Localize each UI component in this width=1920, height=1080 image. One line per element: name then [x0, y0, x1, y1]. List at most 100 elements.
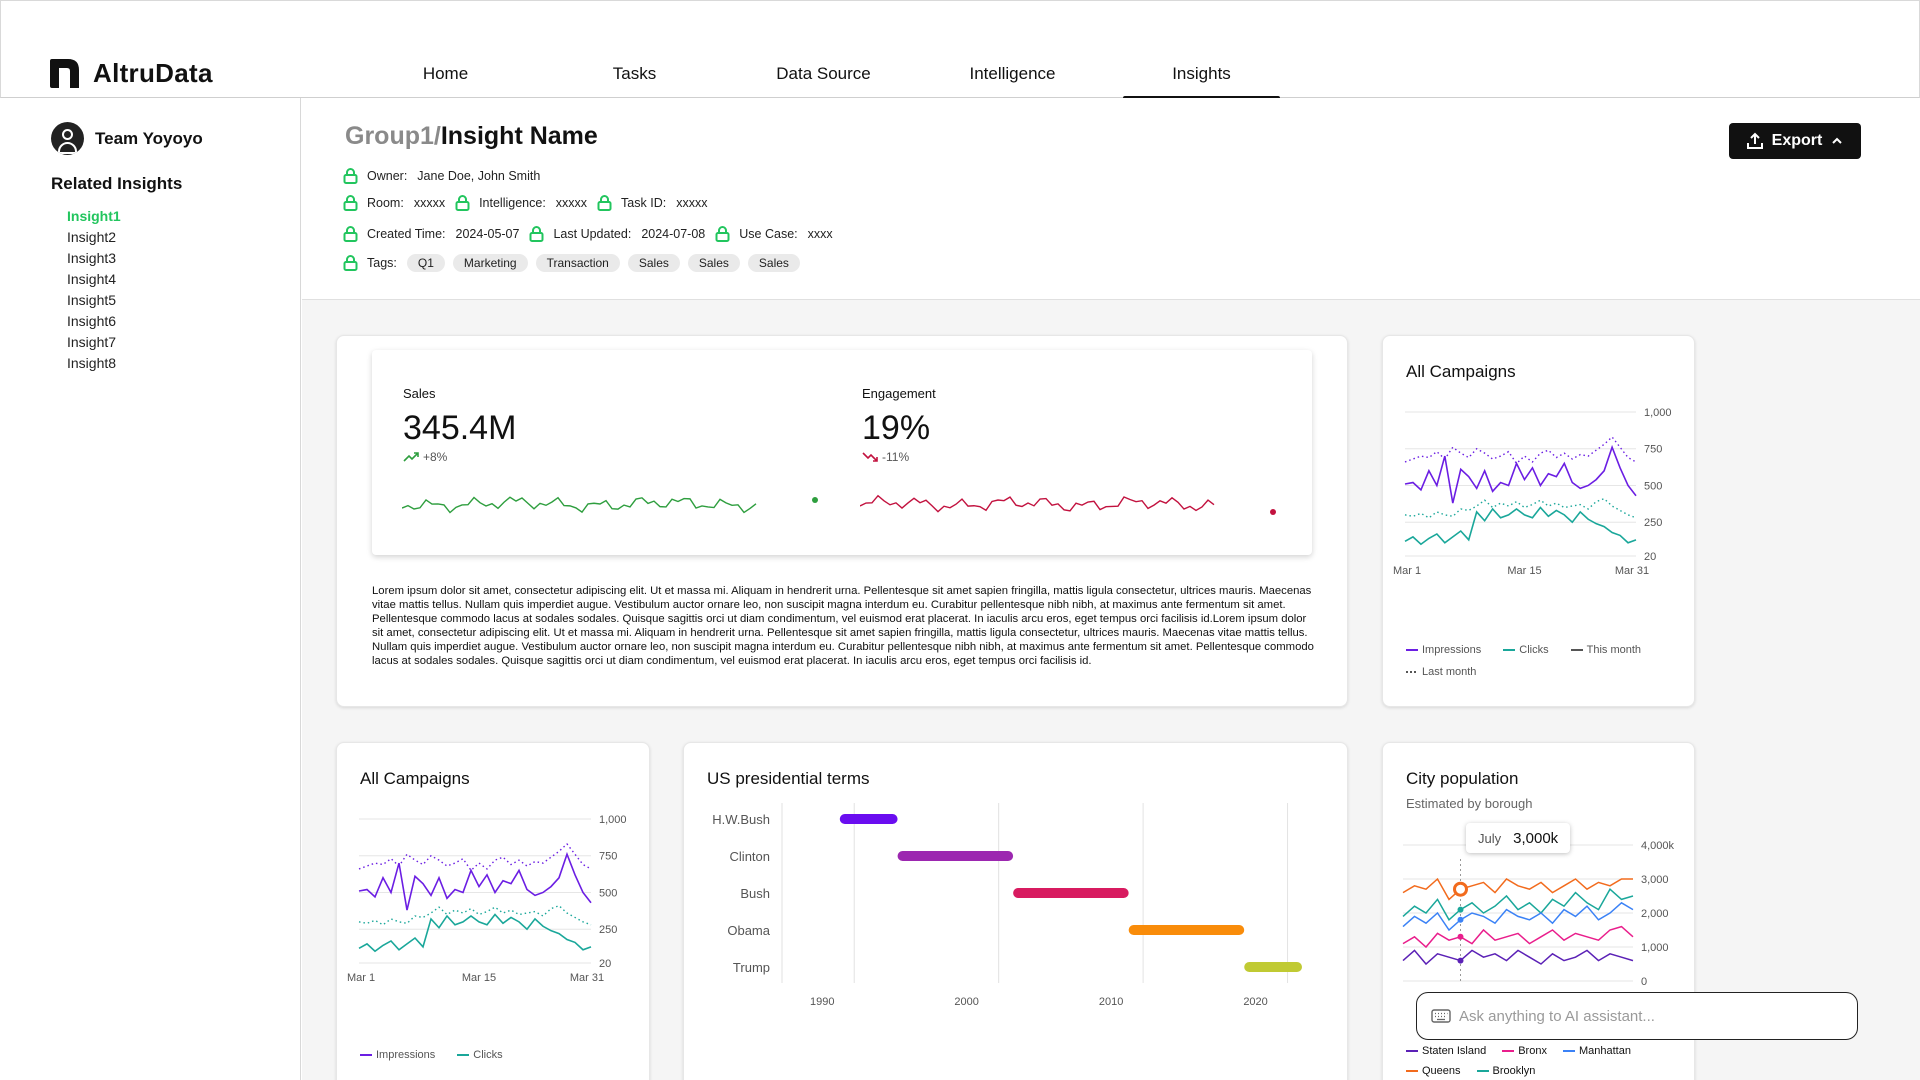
- series-line: [358, 842, 592, 872]
- trend-down-icon: [862, 452, 878, 462]
- legend-label: Clicks: [473, 1049, 503, 1061]
- sparkline-end-dot: [1270, 509, 1276, 515]
- kpi-card: Sales 345.4M +8% Engagement 19% -11% Lor…: [336, 335, 1348, 707]
- tag-chip[interactable]: Q1: [406, 254, 445, 272]
- legend-label: Last month: [1422, 666, 1477, 678]
- sidebar-item-insight7[interactable]: Insight7: [67, 332, 121, 353]
- legend-staten-island: Staten Island: [1406, 1045, 1486, 1057]
- ai-placeholder: Ask anything to AI assistant...: [1459, 1007, 1655, 1025]
- term-bar: [1013, 888, 1129, 898]
- kpi-sales-label: Sales: [403, 386, 436, 401]
- hover-dot: [1457, 957, 1464, 964]
- lock-icon: [343, 168, 358, 184]
- term-bar: [897, 851, 1014, 861]
- kpi-engagement-delta: -11%: [862, 450, 936, 464]
- breadcrumb: Group1/Insight Name: [345, 122, 598, 151]
- tag-chip[interactable]: Marketing: [452, 254, 528, 272]
- intelligence-label: Intelligence:: [479, 196, 546, 210]
- sparkline-path: [860, 494, 1215, 513]
- use-case-label: Use Case:: [739, 227, 798, 241]
- meta-room-row: Room: xxxxx Intelligence: xxxxx Task ID:…: [343, 195, 717, 211]
- related-insights-heading: Related Insights: [51, 174, 183, 193]
- kpi-engagement: Engagement 19% -11%: [862, 386, 936, 464]
- campaigns-title: All Campaigns: [1406, 362, 1516, 381]
- legend-clicks: Clicks: [457, 1049, 503, 1061]
- kpi-sales-delta-text: +8%: [423, 450, 448, 464]
- room-label: Room:: [367, 196, 404, 210]
- lock-icon: [597, 195, 612, 211]
- page-title: Insight Name: [440, 122, 598, 150]
- legend-label: This month: [1586, 644, 1642, 656]
- kpi-sales: Sales 345.4M +8%: [403, 386, 516, 464]
- lock-icon: [529, 226, 544, 242]
- campaigns-legend: Impressions Clicks This month Last month: [1406, 644, 1646, 678]
- sidebar-item-insight4[interactable]: Insight4: [67, 269, 121, 290]
- kpi-engagement-label: Engagement: [862, 386, 936, 401]
- x-tick-label: Mar 1: [1393, 565, 1421, 577]
- y-tick-label: 20: [1644, 551, 1656, 563]
- legend-last-month: Last month: [1406, 666, 1476, 678]
- intelligence-value: xxxxx: [555, 196, 588, 210]
- legend-label: Bronx: [1518, 1045, 1547, 1057]
- upload-icon: [1746, 132, 1763, 149]
- legend-bronx: Bronx: [1502, 1045, 1547, 1057]
- series-line: [1402, 877, 1633, 901]
- lock-icon: [455, 195, 470, 211]
- y-tick-label: 500: [599, 887, 617, 899]
- legend-brooklyn: Brooklyn: [1476, 1065, 1535, 1077]
- lock-icon: [343, 226, 358, 242]
- sidebar-item-insight3[interactable]: Insight3: [67, 248, 121, 269]
- export-label: Export: [1771, 132, 1823, 149]
- y-tick-label: 750: [1644, 444, 1662, 456]
- tag-chip[interactable]: Sales: [627, 254, 680, 272]
- nav-home[interactable]: Home: [351, 1, 540, 99]
- legend-label: Impressions: [1422, 644, 1482, 656]
- tag-chip[interactable]: Sales: [687, 254, 740, 272]
- team-name: Team Yoyoyo: [95, 128, 203, 148]
- sidebar-item-insight5[interactable]: Insight5: [67, 290, 121, 311]
- series-line: [1402, 901, 1634, 932]
- top-bar: AltruData Home Tasks Data Source Intelli…: [0, 0, 1920, 100]
- hover-dot: [1457, 933, 1464, 940]
- series-line: [1404, 497, 1637, 519]
- nav-insights[interactable]: Insights: [1107, 1, 1296, 100]
- tags-label: Tags:: [367, 256, 397, 270]
- legend-clicks: Clicks: [1503, 644, 1549, 656]
- app-logo[interactable]: AltruData: [48, 57, 213, 90]
- x-tick-label: Mar 31: [570, 972, 604, 984]
- y-tick-label: 250: [599, 924, 617, 936]
- keyboard-icon: [1431, 1009, 1451, 1023]
- kpi-engagement-value: 19%: [862, 409, 931, 447]
- nav-tasks[interactable]: Tasks: [540, 1, 729, 99]
- series-line: [358, 904, 592, 926]
- y-tick-label: 750: [599, 851, 617, 863]
- tooltip-month: July: [1478, 830, 1502, 846]
- related-insights-list: Insight1 Insight2 Insight3 Insight4 Insi…: [67, 206, 121, 374]
- team-switcher[interactable]: Team Yoyoyo: [51, 122, 203, 155]
- x-tick-label: Mar 15: [462, 972, 496, 984]
- legend-label: Queens: [1422, 1065, 1461, 1077]
- tag-chip[interactable]: Transaction: [535, 254, 620, 272]
- legend-queens: Queens: [1406, 1065, 1461, 1077]
- sidebar-item-insight1[interactable]: Insight1: [67, 206, 121, 227]
- ai-assistant-input[interactable]: Ask anything to AI assistant...: [1416, 992, 1858, 1040]
- x-tick-label: Mar 31: [1615, 565, 1649, 577]
- sidebar-item-insight8[interactable]: Insight8: [67, 353, 121, 374]
- kpi-sales-delta: +8%: [403, 450, 516, 464]
- tag-chip[interactable]: Sales: [747, 254, 800, 272]
- term-bar: [839, 814, 898, 824]
- nav-intelligence[interactable]: Intelligence: [918, 1, 1107, 99]
- campaigns-chart: 1,000 750 500 250 20 Mar 1 Mar 15 Mar 31: [347, 814, 627, 984]
- sidebar-item-insight2[interactable]: Insight2: [67, 227, 121, 248]
- breadcrumb-group[interactable]: Group1/: [345, 122, 441, 150]
- y-tick-label: 2,000: [1641, 908, 1669, 920]
- created-label: Created Time:: [367, 227, 446, 241]
- export-button[interactable]: Export: [1729, 123, 1861, 159]
- series-line: [358, 913, 592, 953]
- nav-data-source[interactable]: Data Source: [729, 1, 918, 99]
- category-label: Clinton: [730, 849, 770, 864]
- chart-tooltip: July 3,000k: [1466, 823, 1571, 853]
- sparkline-end-dot: [812, 497, 818, 503]
- created-value: 2024-05-07: [455, 227, 520, 241]
- sidebar-item-insight6[interactable]: Insight6: [67, 311, 121, 332]
